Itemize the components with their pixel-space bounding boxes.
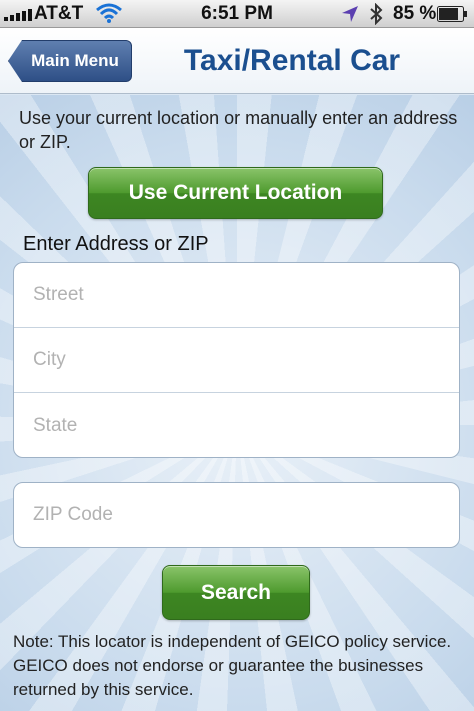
city-input[interactable] bbox=[33, 349, 459, 371]
battery-percent: 85 % bbox=[393, 3, 437, 24]
use-current-location-button[interactable]: Use Current Location bbox=[88, 167, 383, 219]
bluetooth-icon bbox=[370, 3, 383, 25]
intro-text: Use your current location or manually en… bbox=[19, 108, 458, 152]
zip-field-group bbox=[13, 482, 460, 548]
street-input[interactable] bbox=[33, 284, 459, 306]
state-input[interactable] bbox=[33, 414, 459, 437]
address-field-group bbox=[13, 262, 460, 458]
search-button[interactable]: Search bbox=[162, 565, 310, 620]
location-arrow-icon bbox=[342, 6, 358, 22]
content-area: Use your current location or manually en… bbox=[0, 95, 474, 711]
status-bar: AT&T 6:51 PM 85 % bbox=[0, 0, 474, 28]
address-label: Enter Address or ZIP bbox=[23, 233, 209, 255]
page-title: Taxi/Rental Car bbox=[183, 44, 401, 77]
city-field-row bbox=[14, 328, 459, 393]
battery-icon bbox=[437, 6, 467, 22]
state-field-row bbox=[14, 393, 459, 457]
main-menu-back-button[interactable]: Main Menu bbox=[8, 40, 132, 82]
disclaimer-note: Note: This locator is independent of GEI… bbox=[13, 632, 452, 699]
zip-code-input[interactable] bbox=[33, 504, 459, 526]
street-field-row bbox=[14, 263, 459, 328]
navigation-bar: Main Menu Taxi/Rental Car bbox=[0, 28, 474, 94]
